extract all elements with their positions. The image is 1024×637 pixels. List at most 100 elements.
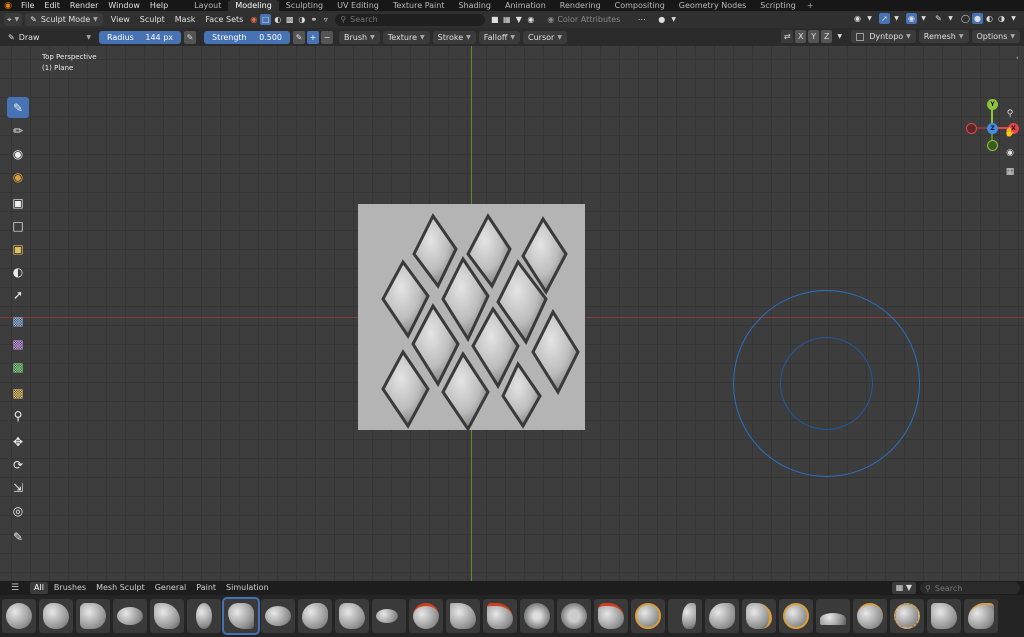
- filter-icon[interactable]: ▿: [320, 14, 331, 25]
- chevron-down-icon[interactable]: ▼: [864, 13, 875, 24]
- shield-icon[interactable]: ◉: [525, 14, 536, 25]
- zoom-icon[interactable]: ⚲: [1001, 105, 1019, 123]
- tab-layout[interactable]: Layout: [187, 0, 228, 11]
- brush-thumbnail[interactable]: [113, 599, 147, 633]
- tab-shading[interactable]: Shading: [451, 0, 498, 11]
- tab-sculpting[interactable]: Sculpting: [279, 0, 330, 11]
- texture-menu[interactable]: Texture ▼: [382, 30, 430, 44]
- brush-thumbnail[interactable]: [594, 599, 628, 633]
- symmetry-y-toggle[interactable]: Y: [808, 30, 820, 43]
- brush-thumbnail[interactable]: [335, 599, 369, 633]
- shelf-tab-paint[interactable]: Paint: [192, 582, 220, 594]
- menu-face-sets[interactable]: Face Sets: [200, 11, 248, 28]
- edit-face-set-icon[interactable]: ▩: [7, 382, 29, 403]
- brush-thumbnail[interactable]: [409, 599, 443, 633]
- falloff-menu[interactable]: Falloff ▼: [478, 30, 521, 44]
- draw-brush-icon[interactable]: ✎: [7, 97, 29, 118]
- 3d-viewport[interactable]: Top Perspective (1) Plane ✎ ✏ ◉ ◉ ▣ □ ▣ …: [0, 46, 1024, 581]
- brush-thumbnail[interactable]: [853, 599, 887, 633]
- shading-icon[interactable]: ◑: [296, 14, 307, 25]
- cursor-menu[interactable]: Cursor ▼: [523, 30, 567, 44]
- shelf-tab-mesh-sculpt[interactable]: Mesh Sculpt: [92, 582, 149, 594]
- shelf-tab-all[interactable]: All: [30, 582, 48, 594]
- rendered-shading-icon[interactable]: ◑: [996, 13, 1007, 24]
- add-workspace-button[interactable]: +: [803, 1, 818, 10]
- scale-icon[interactable]: ⇲: [7, 477, 29, 498]
- box-trim-icon[interactable]: ◐: [7, 261, 29, 282]
- shelf-search-input[interactable]: ⚲ Search: [920, 582, 1020, 594]
- funnel-icon[interactable]: ▼: [513, 14, 524, 25]
- remesh-menu[interactable]: Remesh ▼: [918, 30, 969, 43]
- brush-thumbnail[interactable]: [927, 599, 961, 633]
- select-box-icon[interactable]: □: [260, 14, 272, 25]
- draw-sharp-brush-icon[interactable]: ✏: [7, 120, 29, 141]
- brush-thumbnail[interactable]: [742, 599, 776, 633]
- menu-view[interactable]: View: [106, 11, 135, 28]
- editor-type-dropdown[interactable]: ⌖ ▼: [4, 13, 23, 26]
- hamburger-menu-icon[interactable]: ☰: [0, 583, 30, 593]
- brush-thumbnail[interactable]: [705, 599, 739, 633]
- stroke-dots-icon[interactable]: ⋯: [636, 14, 647, 25]
- shelf-tab-simulation[interactable]: Simulation: [222, 582, 273, 594]
- symmetry-icon[interactable]: ⇄: [781, 30, 794, 43]
- color-attributes-label[interactable]: Color Attributes: [557, 15, 620, 24]
- gizmo-neg-y-ball[interactable]: [987, 140, 998, 151]
- material-sphere-icon[interactable]: ◐: [272, 14, 283, 25]
- menu-help[interactable]: Help: [145, 0, 173, 11]
- mask-by-color-icon[interactable]: ⚲: [7, 405, 29, 426]
- brush-thumbnail[interactable]: [890, 599, 924, 633]
- strength-slider[interactable]: Strength 0.500: [204, 30, 290, 44]
- radius-slider[interactable]: Radius 144 px: [99, 30, 181, 44]
- tab-texture-paint[interactable]: Texture Paint: [386, 0, 452, 11]
- chevron-down-icon[interactable]: ▼: [834, 31, 845, 42]
- tab-geometry-nodes[interactable]: Geometry Nodes: [672, 0, 753, 11]
- gizmo-z-ball[interactable]: Z: [987, 123, 998, 134]
- brush-thumbnail[interactable]: [779, 599, 813, 633]
- chevron-down-icon[interactable]: ▼: [668, 14, 679, 25]
- color-wheel-icon[interactable]: ◉: [248, 14, 259, 25]
- brush-thumbnail[interactable]: [816, 599, 850, 633]
- clay-brush-icon[interactable]: ◉: [7, 143, 29, 164]
- brush-thumbnail[interactable]: [668, 599, 702, 633]
- rotate-icon[interactable]: ⟳: [7, 454, 29, 475]
- palette-icon[interactable]: ◉: [545, 14, 556, 25]
- brush-menu[interactable]: Brush ▼: [339, 30, 380, 44]
- cloth-filter-icon[interactable]: ▩: [7, 333, 29, 354]
- brush-thumbnail[interactable]: [520, 599, 554, 633]
- strength-pressure-icon[interactable]: ✎: [293, 30, 305, 44]
- brush-thumbnail[interactable]: [631, 599, 665, 633]
- overlays-icon[interactable]: ◉: [906, 13, 917, 24]
- perspective-grid-icon[interactable]: ▦: [1001, 163, 1019, 181]
- brush-thumbnail[interactable]: [372, 599, 406, 633]
- brush-thumbnail[interactable]: [187, 599, 221, 633]
- display-options-icon[interactable]: ▦ ▼: [891, 582, 916, 594]
- mesh-filter-icon[interactable]: ▩: [7, 310, 29, 331]
- stroke-menu[interactable]: Stroke ▼: [432, 30, 476, 44]
- header-search-input[interactable]: ⚲ Search: [335, 13, 486, 26]
- pan-hand-icon[interactable]: ✋: [1001, 124, 1019, 142]
- box-hide-icon[interactable]: □: [7, 215, 29, 236]
- link-icon[interactable]: ⚭: [308, 14, 319, 25]
- menu-render[interactable]: Render: [65, 0, 103, 11]
- chevron-down-icon[interactable]: ▼: [945, 13, 956, 24]
- options-menu[interactable]: Options ▼: [971, 30, 1020, 43]
- brush-thumbnail[interactable]: [150, 599, 184, 633]
- brush-thumbnail-active[interactable]: [222, 597, 260, 635]
- tab-uv-editing[interactable]: UV Editing: [330, 0, 386, 11]
- grid-icon[interactable]: ▦: [501, 14, 512, 25]
- texture-icon[interactable]: ▩: [284, 14, 295, 25]
- subtract-direction-icon[interactable]: −: [321, 30, 333, 44]
- brush-thumbnail[interactable]: [446, 599, 480, 633]
- blender-logo-icon[interactable]: ◉: [0, 0, 16, 11]
- chevron-down-icon[interactable]: ▼: [918, 13, 929, 24]
- tab-compositing[interactable]: Compositing: [608, 0, 672, 11]
- tab-scripting[interactable]: Scripting: [753, 0, 803, 11]
- paint-brush-icon[interactable]: ◉: [7, 166, 29, 187]
- shelf-tab-brushes[interactable]: Brushes: [50, 582, 90, 594]
- brush-thumbnail[interactable]: [298, 599, 332, 633]
- gizmo-y-ball[interactable]: Y: [987, 99, 998, 110]
- menu-file[interactable]: File: [16, 0, 39, 11]
- move-icon[interactable]: ✥: [7, 431, 29, 452]
- menu-edit[interactable]: Edit: [39, 0, 65, 11]
- brush-thumbnail[interactable]: [964, 599, 998, 633]
